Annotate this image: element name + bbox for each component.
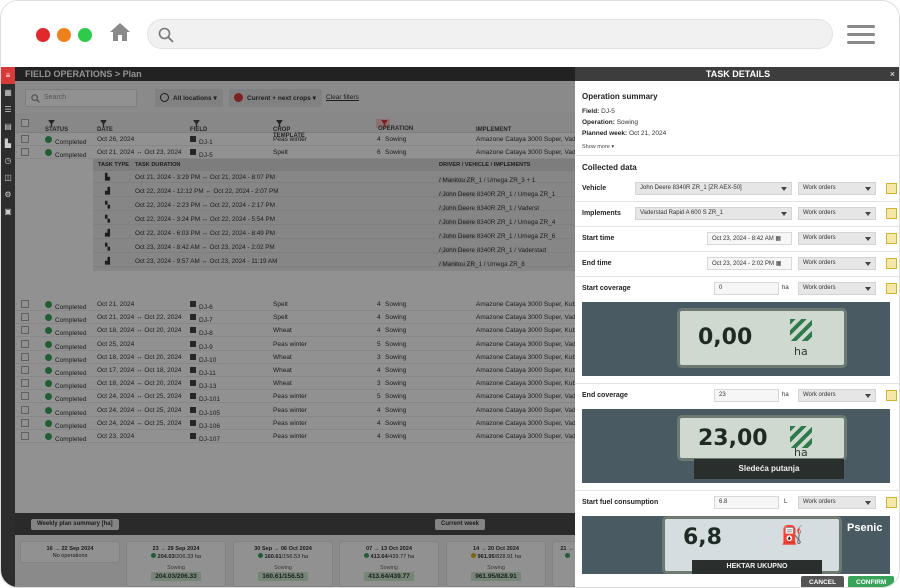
gauge-button-label: Sledeća putanja xyxy=(694,459,844,479)
implements-row: Implements Vaderstad Rapid A 600 S ZR_1 … xyxy=(575,202,899,226)
show-more-link[interactable]: Show more ▾ xyxy=(582,144,614,150)
cancel-button[interactable]: CANCEL xyxy=(801,576,845,587)
confirm-button[interactable]: CONFIRM xyxy=(848,576,895,587)
list-icon[interactable]: ☰ xyxy=(1,101,15,118)
end-coverage-input[interactable]: 23 xyxy=(714,389,779,402)
minimize-window-dot[interactable] xyxy=(57,28,71,42)
side-rail: ≡ ▦ ☰ ▤ ▙ ◷ ◫ ⚙ ▣ xyxy=(1,67,15,587)
end-time-row: End time Oct 23, 2024 - 2:02 PM ▦ Work o… xyxy=(575,252,899,276)
gauge-stripes xyxy=(790,426,812,448)
chart-icon[interactable]: ▤ xyxy=(1,118,15,135)
start-time-row: Start time Oct 23, 2024 - 8:42 AM ▦ Work… xyxy=(575,227,899,251)
home-icon[interactable] xyxy=(109,21,131,43)
fuel-input[interactable]: 6.8 xyxy=(714,496,779,509)
gauge-display: 0,00 ha xyxy=(677,308,847,368)
start-time-work-orders-select[interactable]: Work orders xyxy=(798,232,876,245)
calendar-icon[interactable]: ▦ xyxy=(776,261,782,267)
vehicle-work-orders-select[interactable]: Work orders xyxy=(798,182,876,195)
summary-week: Planned week: Oct 21, 2024 xyxy=(582,130,667,137)
browser-chrome xyxy=(1,1,899,67)
fuel-flag-checkbox[interactable] xyxy=(886,497,897,508)
end-coverage-photo[interactable]: 23,00 ha Sledeća putanja xyxy=(582,409,890,483)
close-window-dot[interactable] xyxy=(36,28,50,42)
settings-icon[interactable]: ⚙ xyxy=(1,186,15,203)
summary-field: Field: DJ-5 xyxy=(582,108,615,115)
maximize-window-dot[interactable] xyxy=(78,28,92,42)
layers-icon[interactable]: ◫ xyxy=(1,169,15,186)
end-time-input[interactable]: Oct 23, 2024 - 2:02 PM ▦ xyxy=(707,257,792,270)
panel-footer: CANCEL CONFIRM xyxy=(575,574,899,587)
fuel-row: Start fuel consumption 6.8 L Work orders xyxy=(575,491,899,515)
menu-rail-icon[interactable]: ≡ xyxy=(1,67,15,84)
menu-icon[interactable] xyxy=(847,25,875,45)
start-coverage-input[interactable]: 0 xyxy=(714,282,779,295)
implements-flag-checkbox[interactable] xyxy=(886,208,897,219)
end-time-work-orders-select[interactable]: Work orders xyxy=(798,257,876,270)
start-coverage-row: Start coverage 0 ha Work orders xyxy=(575,277,899,301)
gauge-display: 23,00 ha xyxy=(677,415,847,461)
browser-window: ≡ ▦ ☰ ▤ ▙ ◷ ◫ ⚙ ▣ FIELD OPERATIONS > Pla… xyxy=(0,0,900,588)
collected-data-title: Collected data xyxy=(582,163,637,172)
address-bar[interactable] xyxy=(147,19,833,49)
operation-summary-title: Operation summary xyxy=(582,92,658,101)
implements-work-orders-select[interactable]: Work orders xyxy=(798,207,876,220)
warehouse-icon[interactable]: ▣ xyxy=(1,203,15,220)
gauge-stripes xyxy=(790,319,812,341)
fuel-work-orders-select[interactable]: Work orders xyxy=(798,496,876,509)
task-details-panel: TASK DETAILS × Operation summary Field: … xyxy=(575,67,899,587)
search-icon xyxy=(158,27,174,43)
vehicle-flag-checkbox[interactable] xyxy=(886,183,897,194)
end-coverage-work-orders-select[interactable]: Work orders xyxy=(798,389,876,402)
summary-operation: Operation: Sowing xyxy=(582,119,639,126)
start-coverage-photo[interactable]: 0,00 ha xyxy=(582,302,890,376)
map-icon[interactable]: ▦ xyxy=(1,84,15,101)
start-coverage-work-orders-select[interactable]: Work orders xyxy=(798,282,876,295)
fuel-photo[interactable]: 6,8 ⛽ HEKTAR UKUPNO Psenic xyxy=(582,516,890,574)
vehicle-select[interactable]: John Deere 8340R ZR_1 [ZR AEX-50] xyxy=(635,182,792,195)
gauge-button-label: HEKTAR UKUPNO xyxy=(692,560,822,574)
end-coverage-flag-checkbox[interactable] xyxy=(886,390,897,401)
start-time-input[interactable]: Oct 23, 2024 - 8:42 AM ▦ xyxy=(707,232,792,245)
panel-title: TASK DETAILS xyxy=(575,67,899,81)
fuel-pump-icon: ⛽ xyxy=(781,525,804,545)
end-time-flag-checkbox[interactable] xyxy=(886,258,897,269)
implements-select[interactable]: Vaderstad Rapid A 600 S ZR_1 xyxy=(635,207,792,220)
calendar-icon[interactable]: ▦ xyxy=(775,236,781,242)
photo-side-text: Psenic xyxy=(847,522,883,534)
tractor-rail-icon[interactable]: ▙ xyxy=(1,135,15,152)
close-icon[interactable]: × xyxy=(890,67,895,81)
modal-overlay[interactable] xyxy=(15,67,575,587)
start-time-flag-checkbox[interactable] xyxy=(886,233,897,244)
vehicle-row: Vehicle John Deere 8340R ZR_1 [ZR AEX-50… xyxy=(575,177,899,201)
divider xyxy=(575,155,899,156)
clock-icon[interactable]: ◷ xyxy=(1,152,15,169)
end-coverage-row: End coverage 23 ha Work orders xyxy=(575,384,899,408)
start-coverage-flag-checkbox[interactable] xyxy=(886,283,897,294)
app: ≡ ▦ ☰ ▤ ▙ ◷ ◫ ⚙ ▣ FIELD OPERATIONS > Pla… xyxy=(1,67,899,587)
